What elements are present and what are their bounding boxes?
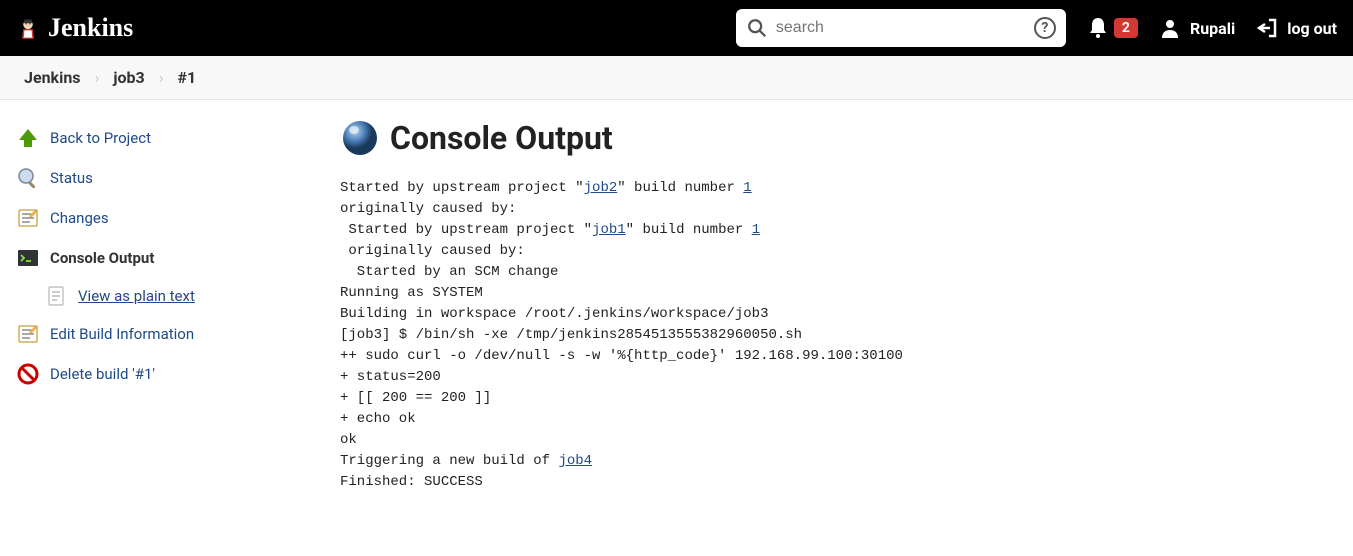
sidebar: Back to Project Status Changes Console O… xyxy=(0,100,320,511)
chevron-right-icon: › xyxy=(159,68,164,87)
sidebar-back-to-project[interactable]: Back to Project xyxy=(12,118,308,158)
logout-icon xyxy=(1255,16,1279,40)
logout-button[interactable]: log out xyxy=(1255,16,1337,40)
sidebar-changes[interactable]: Changes xyxy=(12,198,308,238)
sidebar-item-label: Delete build '#1' xyxy=(50,365,155,383)
sidebar-status[interactable]: Status xyxy=(12,158,308,198)
username-text: Rupali xyxy=(1190,19,1235,38)
content: Back to Project Status Changes Console O… xyxy=(0,100,1353,511)
logout-text: log out xyxy=(1287,19,1337,38)
brand-text: Jenkins xyxy=(48,13,133,43)
breadcrumb-jenkins[interactable]: Jenkins xyxy=(24,68,81,87)
status-ball-icon xyxy=(340,118,380,158)
magnify-icon xyxy=(16,166,40,190)
bell-icon xyxy=(1086,16,1110,40)
link-build-1[interactable]: 1 xyxy=(743,180,751,196)
up-arrow-icon xyxy=(16,126,40,150)
link-build-1b[interactable]: 1 xyxy=(752,222,760,238)
delete-icon xyxy=(16,362,40,386)
chevron-right-icon: › xyxy=(95,68,100,87)
breadcrumb-job[interactable]: job3 xyxy=(113,68,144,87)
sidebar-view-plain-text[interactable]: View as plain text xyxy=(12,278,308,314)
link-job2[interactable]: job2 xyxy=(584,180,618,196)
console-output: Started by upstream project "job2" build… xyxy=(340,178,1333,493)
sidebar-item-label: Edit Build Information xyxy=(50,325,194,343)
page-title-text: Console Output xyxy=(390,119,613,157)
sidebar-delete-build[interactable]: Delete build '#1' xyxy=(12,354,308,394)
breadcrumb: Jenkins › job3 › #1 xyxy=(0,56,1353,100)
sidebar-console-output[interactable]: Console Output xyxy=(12,238,308,278)
breadcrumb-build[interactable]: #1 xyxy=(178,68,197,87)
page-title: Console Output xyxy=(340,118,1333,158)
user-link[interactable]: Rupali xyxy=(1158,16,1235,40)
logo-section[interactable]: Jenkins xyxy=(16,13,133,43)
link-job1[interactable]: job1 xyxy=(592,222,626,238)
sidebar-edit-build-info[interactable]: Edit Build Information xyxy=(12,314,308,354)
terminal-icon xyxy=(16,246,40,270)
search-box[interactable]: ? xyxy=(736,9,1066,47)
sidebar-item-label: Status xyxy=(50,169,93,187)
notification-count: 2 xyxy=(1114,18,1138,38)
help-icon[interactable]: ? xyxy=(1034,17,1056,39)
notifications-button[interactable]: 2 xyxy=(1086,16,1138,40)
link-job4[interactable]: job4 xyxy=(558,453,592,469)
header-actions: 2 Rupali log out xyxy=(1086,16,1337,40)
notepad-icon xyxy=(16,206,40,230)
notepad-icon xyxy=(16,322,40,346)
main-panel: Console Output Started by upstream proje… xyxy=(320,100,1353,511)
user-icon xyxy=(1158,16,1182,40)
sidebar-item-label: Console Output xyxy=(50,249,154,267)
jenkins-icon xyxy=(16,16,40,40)
document-icon xyxy=(44,284,68,308)
sidebar-item-label: View as plain text xyxy=(78,287,195,305)
search-icon xyxy=(746,17,768,39)
sidebar-item-label: Changes xyxy=(50,209,109,227)
sidebar-item-label: Back to Project xyxy=(50,129,151,147)
header-bar: Jenkins ? 2 Rupali log out xyxy=(0,0,1353,56)
search-input[interactable] xyxy=(768,19,1034,37)
